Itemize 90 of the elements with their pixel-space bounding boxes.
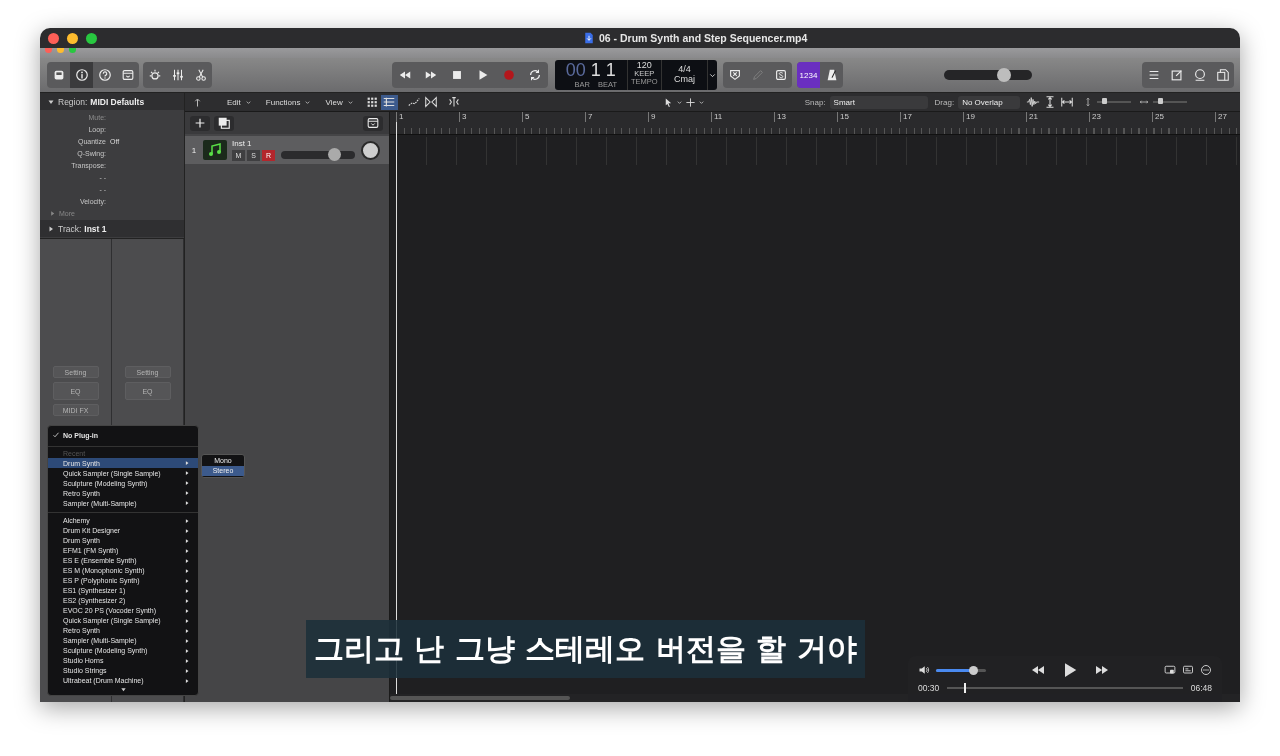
bar-number: 15 [837,112,900,122]
bar-number: 25 [1152,112,1215,122]
bar-number: 13 [774,112,837,122]
minimize-button[interactable] [67,32,78,44]
chevron-icon [346,98,354,106]
timeline-ruler[interactable]: 1 3 5 7 9 11 13 15 17 19 21 23 25 27 [390,112,1240,135]
flex-button[interactable] [422,94,440,110]
section-label: Region: [58,96,88,107]
bar-number: 21 [1026,112,1089,122]
disclosure-icon [49,209,56,217]
picture-in-picture-icon[interactable] [1164,664,1176,676]
count-in-button[interactable]: 1234 [797,62,820,88]
captions-icon[interactable] [1182,664,1194,676]
browser-icon [1215,68,1230,82]
bar-value: 00 [565,60,586,81]
master-volume-slider[interactable] [944,70,1032,80]
section-name: Inst 1 [84,223,107,234]
tempo-value: 120 [636,60,652,70]
scroll-bar[interactable] [390,696,570,700]
loops-icon [1192,68,1207,82]
chevron-icon [304,98,312,106]
bar-number: 27 [1215,112,1240,122]
menu-button[interactable]: Functions [263,97,314,107]
bar-number: 19 [963,112,1026,122]
bar-number: 3 [459,112,522,122]
volume-slider[interactable] [936,668,986,672]
flex-icon [424,95,439,109]
inspector-icon [74,68,89,82]
volume-icon[interactable] [918,664,930,676]
section-header[interactable]: Track: Inst 1 [40,220,184,237]
pencil-icon [750,68,765,82]
automation-icon [407,95,422,109]
sun-icon [147,68,162,82]
view-mode-button[interactable] [380,94,398,110]
global-tracks-button[interactable] [363,115,383,131]
drag-label: Drag: [934,97,955,107]
document-icon [583,32,595,44]
elapsed-time: 00:30 [918,683,940,693]
close-button[interactable] [48,32,59,44]
subtitle: 그리고 난 그냥 스테레오 버전을 할 거야 [306,620,865,678]
grid-icon [365,95,380,109]
instrument-icon [203,140,227,160]
collapse-icon [366,116,380,130]
help-icon [97,68,112,82]
wave-icon [1025,95,1040,109]
toolbar-icon [120,68,135,82]
snap-label: Snap: [804,97,826,107]
stop-icon [450,68,464,82]
bar-number: 9 [648,112,711,122]
section-label: Track: [58,223,82,234]
scissors-icon [193,68,208,82]
pan-knob[interactable] [361,140,380,160]
chevron-icon [697,98,705,106]
volume-slider[interactable] [281,151,355,159]
key-signature: Cmaj [673,74,695,84]
track-name: Inst 1 [232,139,253,148]
duration-time: 06:48 [1190,683,1212,693]
scroll-down-icon[interactable] [119,686,127,693]
bar-number: 1 [396,112,459,122]
window-title: 06 - Drum Synth and Step Sequencer.mp4 [599,32,808,44]
plus-icon [193,116,207,130]
more-icon[interactable] [1200,664,1212,676]
notepad-icon [1169,68,1184,82]
snap-dropdown[interactable]: Smart [829,95,928,109]
duplicate-icon [217,116,231,130]
mixer-icon [170,68,185,82]
bar-number: 5 [522,112,585,122]
crosshair-tool-icon[interactable] [684,96,696,108]
listview-icon [382,95,397,109]
time-signature: 4/4 [678,64,691,74]
section-name: MIDI Defaults [90,96,145,107]
beat-value: 1 [605,60,616,81]
chevron-icon [675,98,683,106]
bar-number: 7 [585,112,648,122]
bar-number: 17 [900,112,963,122]
bar-value: 1 [590,60,601,81]
add-track-button[interactable] [190,115,210,131]
track-number: 1 [190,145,198,155]
zoom-button[interactable] [86,32,97,44]
duplicate-track-button[interactable] [214,115,234,131]
menu-button[interactable]: Edit [225,97,254,107]
bar-number: 11 [711,112,774,122]
menu-button[interactable]: View [323,97,356,107]
section-header[interactable]: Region: MIDI Defaults [40,93,184,110]
record-icon [502,68,516,82]
drag-dropdown[interactable]: No Overlap [958,95,1021,109]
bar-number: 23 [1089,112,1152,122]
inspector-button[interactable] [70,62,93,88]
cycle-icon [528,68,542,82]
chevron-icon [244,98,252,106]
